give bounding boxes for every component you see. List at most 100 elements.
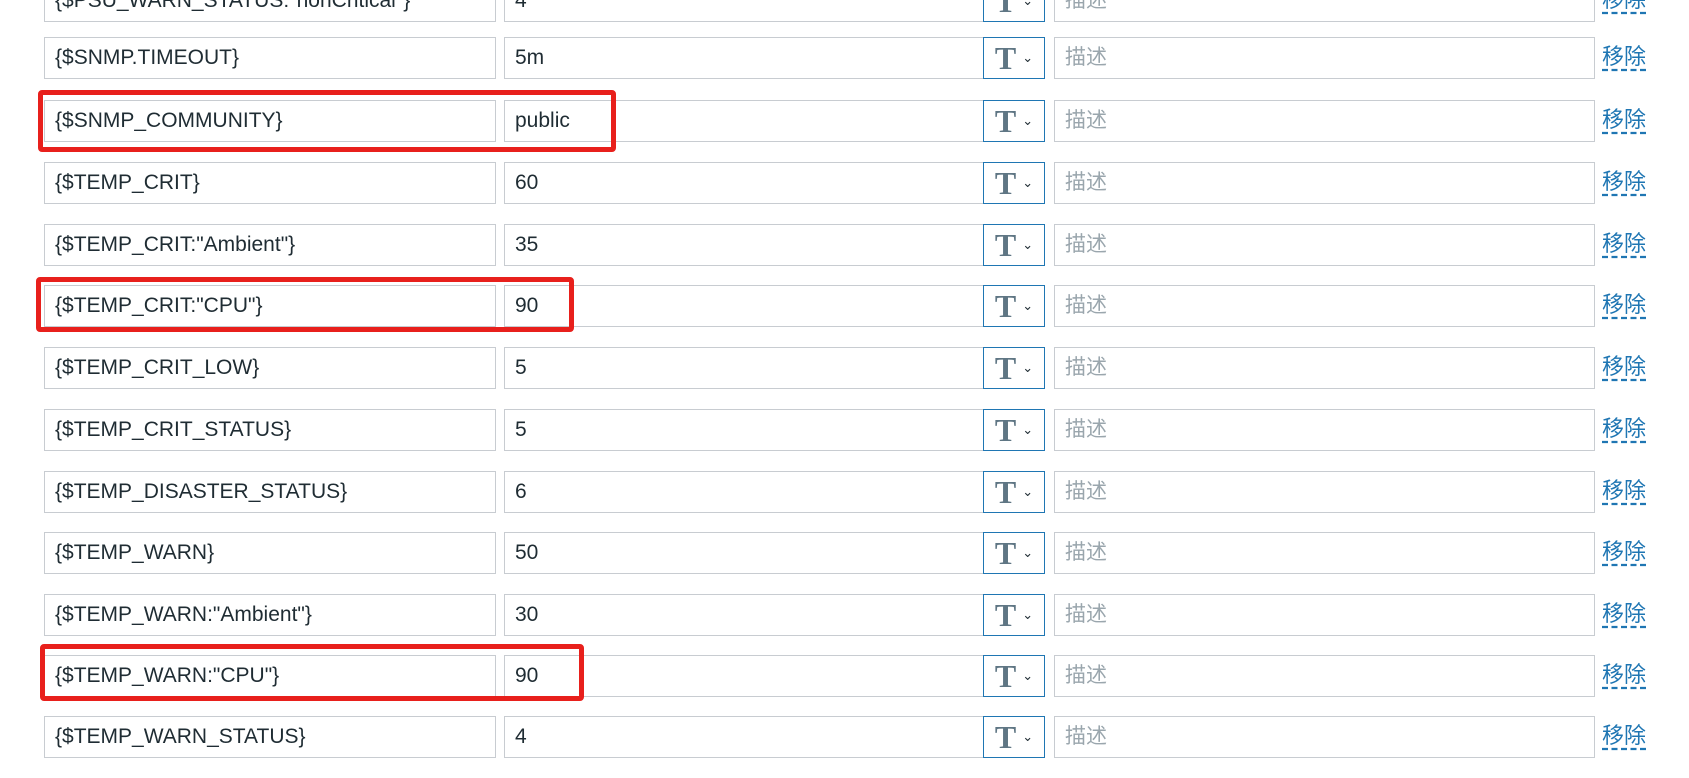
- macro-value-field[interactable]: 90: [504, 655, 983, 697]
- macro-row: {$PSU_WARN_STATUS:"nonCritical"} 4 T ⌄ 描…: [0, 0, 1689, 42]
- macro-name-field[interactable]: {$TEMP_CRIT_STATUS}: [44, 409, 496, 451]
- chevron-down-icon: ⌄: [1022, 607, 1034, 623]
- macro-row: {$TEMP_CRIT:"CPU"} 90 T ⌄ 描述 移除: [0, 285, 1689, 347]
- text-type-icon: T: [994, 0, 1017, 19]
- macro-row: {$TEMP_CRIT_LOW} 5 T ⌄ 描述 移除: [0, 347, 1689, 409]
- macro-name-field[interactable]: {$TEMP_CRIT:"Ambient"}: [44, 224, 496, 266]
- macro-list: {$PSU_WARN_STATUS:"nonCritical"} 4 T ⌄ 描…: [0, 0, 1689, 758]
- description-field[interactable]: 描述: [1054, 409, 1595, 451]
- macro-value-field[interactable]: 6: [504, 471, 983, 513]
- macro-row: {$TEMP_WARN:"Ambient"} 30 T ⌄ 描述 移除: [0, 594, 1689, 656]
- macro-row: {$TEMP_CRIT_STATUS} 5 T ⌄ 描述 移除: [0, 409, 1689, 471]
- chevron-down-icon: ⌄: [1022, 175, 1034, 191]
- description-field[interactable]: 描述: [1054, 162, 1595, 204]
- value-type-select[interactable]: T ⌄: [983, 594, 1045, 636]
- description-field[interactable]: 描述: [1054, 100, 1595, 142]
- value-type-select[interactable]: T ⌄: [983, 100, 1045, 142]
- description-field[interactable]: 描述: [1054, 716, 1595, 758]
- remove-link[interactable]: 移除: [1602, 471, 1646, 513]
- value-type-select[interactable]: T ⌄: [983, 532, 1045, 574]
- description-field[interactable]: 描述: [1054, 37, 1595, 79]
- description-field[interactable]: 描述: [1054, 0, 1595, 22]
- chevron-down-icon: ⌄: [1022, 729, 1034, 745]
- text-type-icon: T: [994, 658, 1017, 694]
- text-type-icon: T: [994, 412, 1017, 448]
- chevron-down-icon: ⌄: [1022, 113, 1034, 129]
- text-type-icon: T: [994, 597, 1017, 633]
- description-field[interactable]: 描述: [1054, 471, 1595, 513]
- macro-value-field[interactable]: 4: [504, 716, 983, 758]
- text-type-icon: T: [994, 227, 1017, 263]
- macro-row: {$SNMP.TIMEOUT} 5m T ⌄ 描述 移除: [0, 37, 1689, 99]
- value-type-select[interactable]: T ⌄: [983, 0, 1045, 22]
- value-type-select[interactable]: T ⌄: [983, 471, 1045, 513]
- remove-link[interactable]: 移除: [1602, 0, 1646, 22]
- description-field[interactable]: 描述: [1054, 532, 1595, 574]
- description-field[interactable]: 描述: [1054, 224, 1595, 266]
- value-type-select[interactable]: T ⌄: [983, 716, 1045, 758]
- macro-value-field[interactable]: public: [504, 100, 983, 142]
- value-type-select[interactable]: T ⌄: [983, 655, 1045, 697]
- macro-row: {$TEMP_WARN:"CPU"} 90 T ⌄ 描述 移除: [0, 655, 1689, 717]
- remove-link[interactable]: 移除: [1602, 347, 1646, 389]
- value-type-select[interactable]: T ⌄: [983, 224, 1045, 266]
- chevron-down-icon: ⌄: [1022, 237, 1034, 253]
- macro-row: {$TEMP_WARN} 50 T ⌄ 描述 移除: [0, 532, 1689, 594]
- text-type-icon: T: [994, 350, 1017, 386]
- value-type-select[interactable]: T ⌄: [983, 162, 1045, 204]
- macro-value-field[interactable]: 30: [504, 594, 983, 636]
- remove-link[interactable]: 移除: [1602, 100, 1646, 142]
- chevron-down-icon: ⌄: [1022, 545, 1034, 561]
- macro-value-field[interactable]: 50: [504, 532, 983, 574]
- chevron-down-icon: ⌄: [1022, 0, 1034, 9]
- value-type-select[interactable]: T ⌄: [983, 409, 1045, 451]
- remove-link[interactable]: 移除: [1602, 409, 1646, 451]
- value-type-select[interactable]: T ⌄: [983, 37, 1045, 79]
- remove-link[interactable]: 移除: [1602, 37, 1646, 79]
- macro-row: {$TEMP_CRIT} 60 T ⌄ 描述 移除: [0, 162, 1689, 224]
- macro-value-field[interactable]: 5: [504, 409, 983, 451]
- macro-value-field[interactable]: 35: [504, 224, 983, 266]
- value-type-select[interactable]: T ⌄: [983, 347, 1045, 389]
- description-field[interactable]: 描述: [1054, 594, 1595, 636]
- macro-row: {$TEMP_WARN_STATUS} 4 T ⌄ 描述 移除: [0, 716, 1689, 778]
- text-type-icon: T: [994, 719, 1017, 755]
- macro-value-field[interactable]: 60: [504, 162, 983, 204]
- macro-name-field[interactable]: {$TEMP_DISASTER_STATUS}: [44, 471, 496, 513]
- text-type-icon: T: [994, 40, 1017, 76]
- macro-name-field[interactable]: {$TEMP_WARN:"CPU"}: [44, 655, 496, 697]
- value-type-select[interactable]: T ⌄: [983, 285, 1045, 327]
- description-field[interactable]: 描述: [1054, 285, 1595, 327]
- remove-link[interactable]: 移除: [1602, 655, 1646, 697]
- chevron-down-icon: ⌄: [1022, 298, 1034, 314]
- text-type-icon: T: [994, 535, 1017, 571]
- macro-name-field[interactable]: {$TEMP_CRIT_LOW}: [44, 347, 496, 389]
- remove-link[interactable]: 移除: [1602, 224, 1646, 266]
- macro-name-field[interactable]: {$TEMP_WARN}: [44, 532, 496, 574]
- description-field[interactable]: 描述: [1054, 347, 1595, 389]
- remove-link[interactable]: 移除: [1602, 285, 1646, 327]
- macro-row: {$TEMP_DISASTER_STATUS} 6 T ⌄ 描述 移除: [0, 471, 1689, 533]
- remove-link[interactable]: 移除: [1602, 594, 1646, 636]
- text-type-icon: T: [994, 103, 1017, 139]
- macro-name-field[interactable]: {$PSU_WARN_STATUS:"nonCritical"}: [44, 0, 496, 22]
- description-field[interactable]: 描述: [1054, 655, 1595, 697]
- macro-row: {$SNMP_COMMUNITY} public T ⌄ 描述 移除: [0, 100, 1689, 162]
- chevron-down-icon: ⌄: [1022, 422, 1034, 438]
- macro-value-field[interactable]: 5m: [504, 37, 983, 79]
- remove-link[interactable]: 移除: [1602, 162, 1646, 204]
- macro-name-field[interactable]: {$TEMP_CRIT:"CPU"}: [44, 285, 496, 327]
- chevron-down-icon: ⌄: [1022, 484, 1034, 500]
- remove-link[interactable]: 移除: [1602, 716, 1646, 758]
- text-type-icon: T: [994, 474, 1017, 510]
- macro-value-field[interactable]: 90: [504, 285, 983, 327]
- macro-value-field[interactable]: 5: [504, 347, 983, 389]
- macro-name-field[interactable]: {$SNMP.TIMEOUT}: [44, 37, 496, 79]
- macro-name-field[interactable]: {$TEMP_CRIT}: [44, 162, 496, 204]
- macro-name-field[interactable]: {$TEMP_WARN:"Ambient"}: [44, 594, 496, 636]
- macro-name-field[interactable]: {$SNMP_COMMUNITY}: [44, 100, 496, 142]
- remove-link[interactable]: 移除: [1602, 532, 1646, 574]
- macro-value-field[interactable]: 4: [504, 0, 983, 22]
- macro-name-field[interactable]: {$TEMP_WARN_STATUS}: [44, 716, 496, 758]
- chevron-down-icon: ⌄: [1022, 50, 1034, 66]
